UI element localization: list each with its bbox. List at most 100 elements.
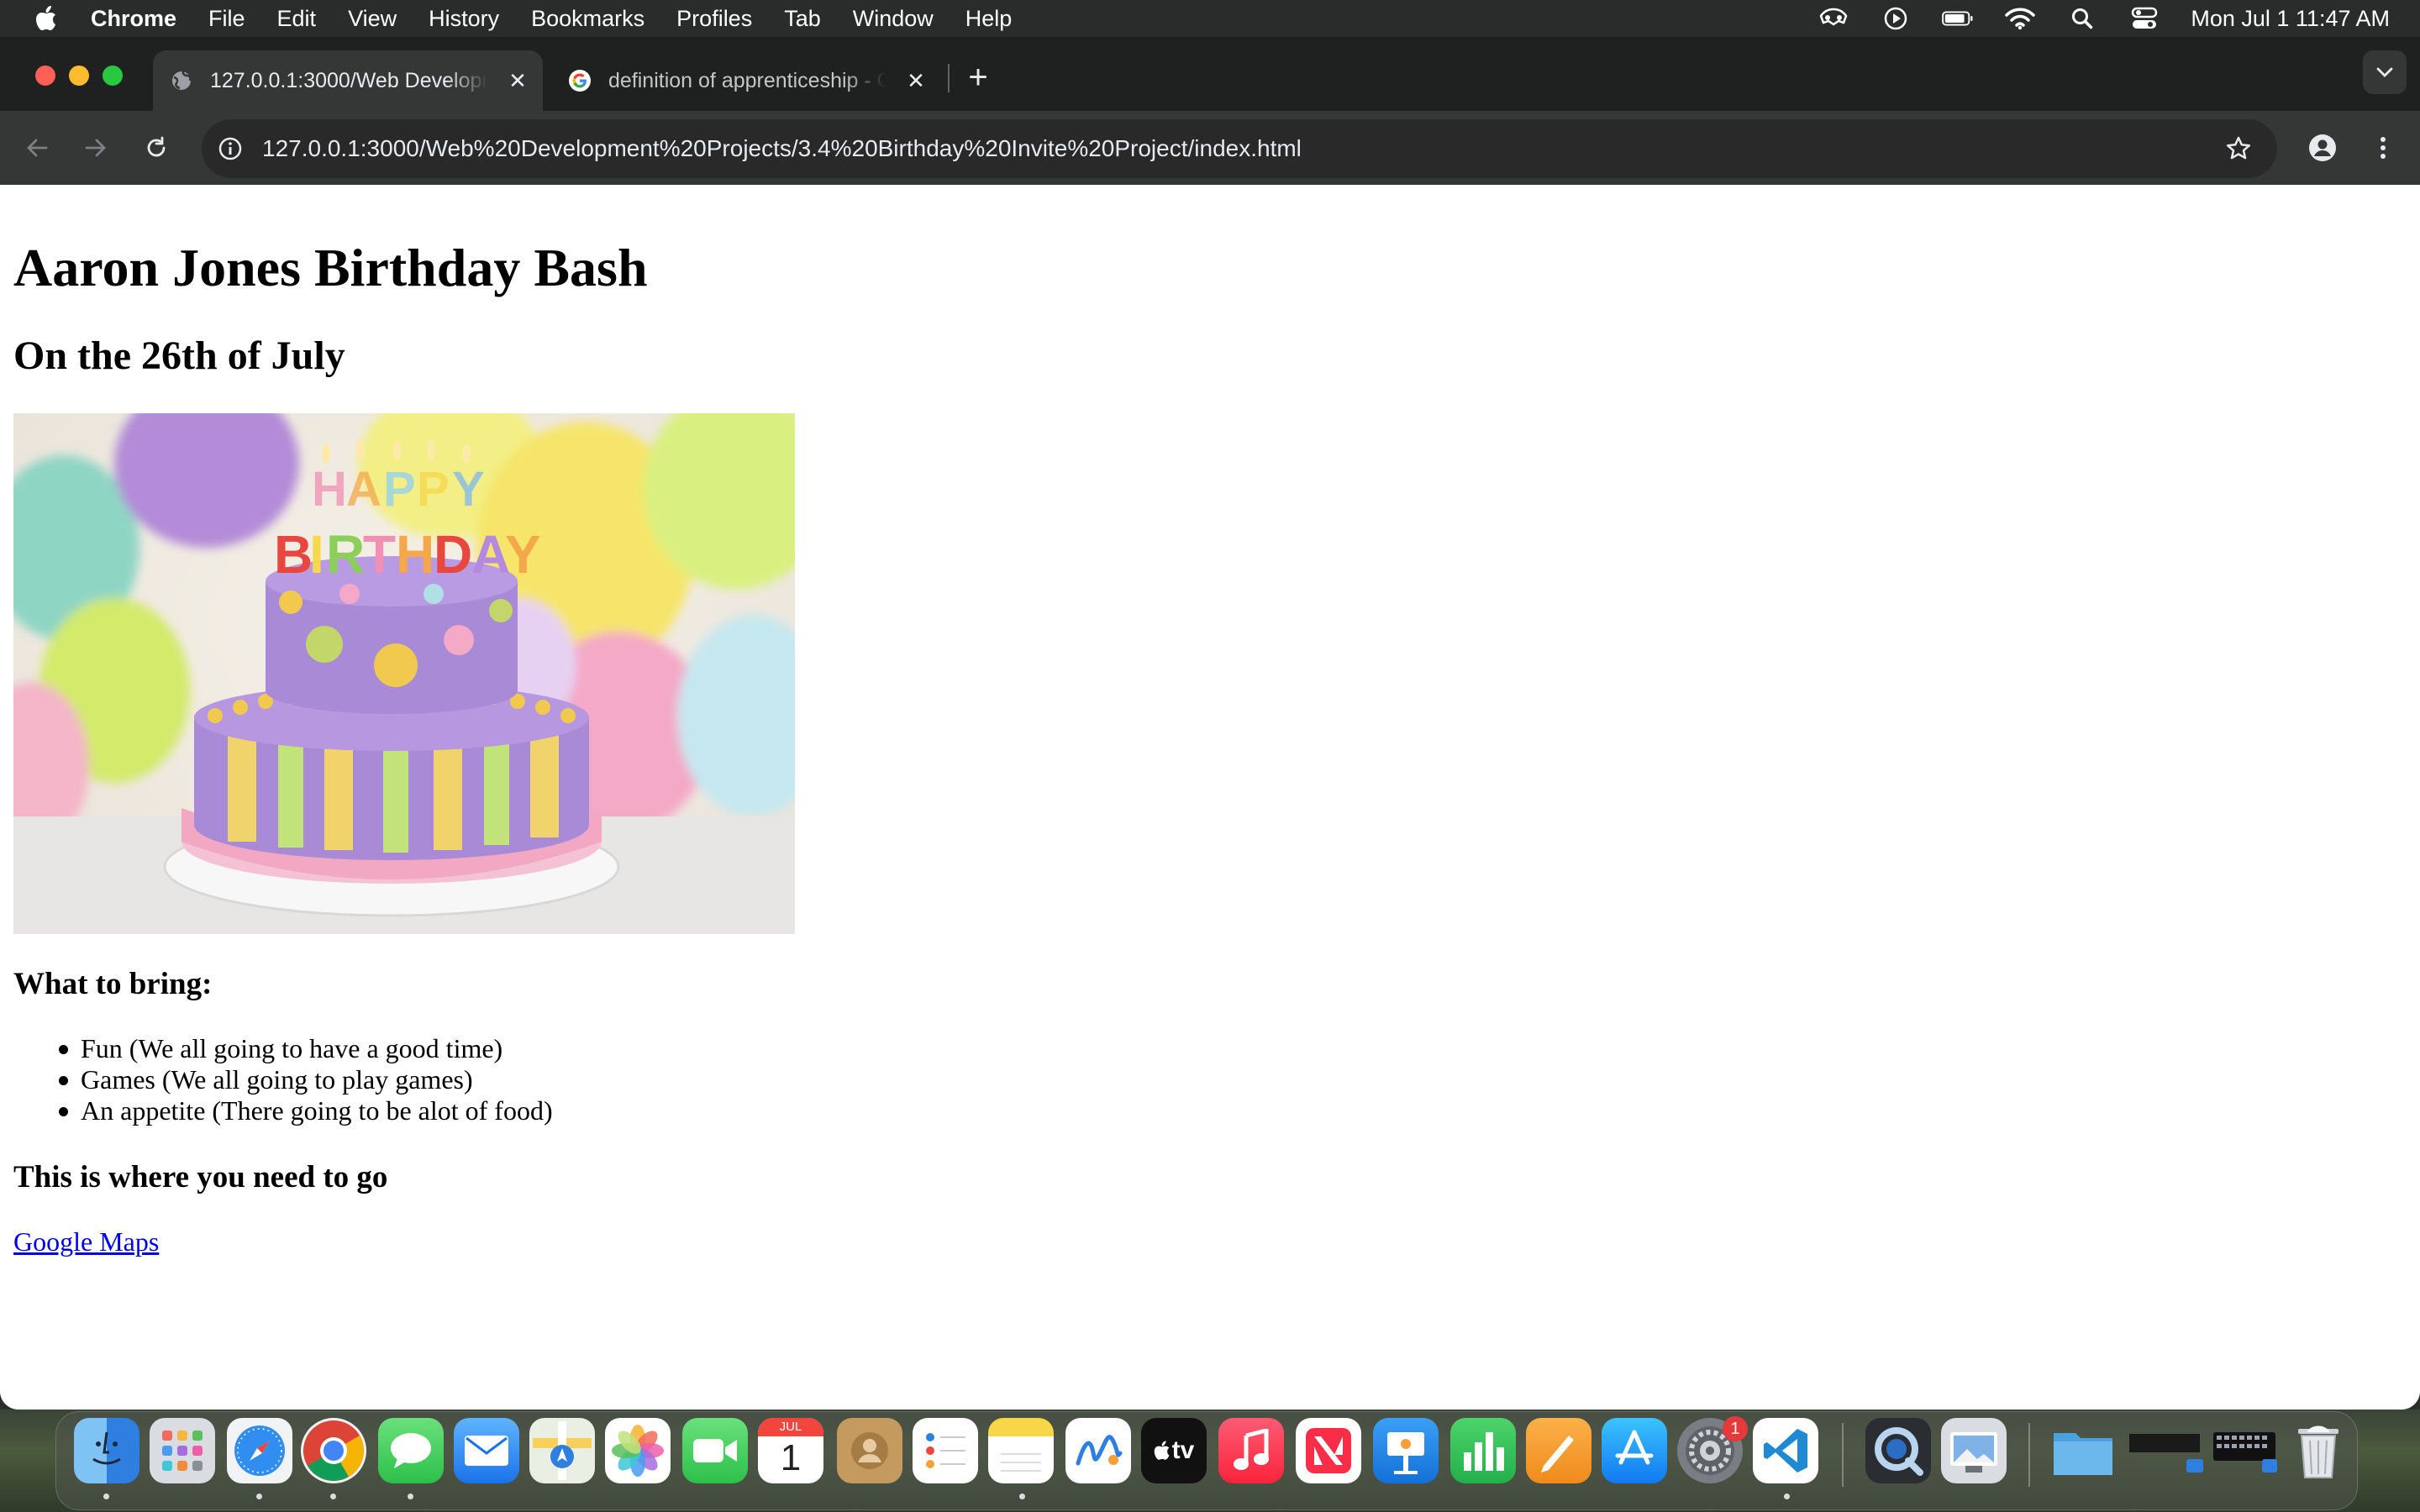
svg-text:T: T [363,524,396,585]
trash-icon[interactable] [2286,1418,2351,1483]
reminders-icon[interactable] [913,1418,978,1483]
globe-icon [170,69,193,92]
launchpad-icon[interactable] [150,1418,215,1483]
chrome-icon[interactable] [301,1418,366,1483]
menu-clock[interactable]: Mon Jul 1 11:47 AM [2191,6,2390,32]
event-date: On the 26th of July [13,333,345,378]
bring-heading: What to bring: [13,967,213,1001]
folder-icon[interactable] [2050,1418,2116,1483]
dock-divider [1842,1423,1844,1487]
calendar-icon[interactable]: JUL 1 [758,1418,823,1483]
battery-icon[interactable] [1942,6,1974,31]
svg-text:Y: Y [452,462,485,517]
status-area: Mon Jul 1 11:47 AM [1818,0,2390,37]
contacts-icon[interactable] [837,1418,902,1483]
wifi-icon[interactable] [2004,6,2036,31]
notes-icon[interactable] [988,1418,1054,1483]
location-heading: This is where you need to go [13,1160,388,1194]
menu-view[interactable]: View [348,6,397,32]
svg-text:I: I [309,524,324,585]
tab-active[interactable]: 127.0.0.1:3000/Web Development Projects … [153,50,543,111]
close-tab-icon[interactable]: ✕ [506,68,529,93]
screen-mirror-icon[interactable] [1818,6,1849,31]
tab-divider [948,64,950,92]
minimized-window-icon[interactable] [2126,1418,2210,1483]
menu-bar: Chrome File Edit View History Bookmarks … [0,0,2420,37]
photos-icon[interactable] [605,1418,671,1483]
apple-tv-label: tv [1171,1436,1195,1464]
web-page: Aaron Jones Birthday Bash On the 26th of… [0,185,2420,1410]
running-indicator [408,1494,413,1499]
keyboard-window-icon[interactable] [2210,1418,2281,1483]
running-indicator [1019,1494,1025,1499]
apple-tv-icon[interactable]: tv [1141,1418,1207,1483]
menu-file[interactable]: File [208,6,245,32]
menu-bookmarks[interactable]: Bookmarks [531,6,644,32]
profile-avatar-icon[interactable] [2304,129,2341,166]
tab-title: definition of apprenticeship - Google Se… [608,68,886,92]
close-window-button[interactable] [35,66,55,86]
app-store-icon[interactable] [1602,1418,1667,1483]
forward-arrow-icon[interactable] [77,129,114,166]
list-item: Games (We all going to play games) [13,1064,553,1095]
url-text[interactable]: 127.0.0.1:3000/Web%20Development%20Proje… [262,135,1302,162]
tab-strip: 127.0.0.1:3000/Web Development Projects … [0,37,2420,111]
more-menu-icon[interactable] [2365,129,2402,166]
maximize-window-button[interactable] [103,66,123,86]
birthday-cake-image: HAPPY BIRTHDAY [13,413,795,934]
page-title: Aaron Jones Birthday Bash [13,238,648,297]
svg-text:A: A [346,462,381,517]
maps-icon[interactable] [529,1418,595,1483]
menu-app-name[interactable]: Chrome [91,6,176,32]
mail-icon[interactable] [454,1418,519,1483]
list-item: Fun (We all going to have a good time) [13,1033,553,1064]
site-info-icon[interactable] [215,134,245,164]
google-maps-link[interactable]: Google Maps [13,1226,159,1257]
address-bar[interactable]: 127.0.0.1:3000/Web%20Development%20Proje… [202,119,2277,178]
menu-tab[interactable]: Tab [784,6,821,32]
finder-icon[interactable] [74,1418,139,1483]
pages-icon[interactable] [1526,1418,1591,1483]
reload-icon[interactable] [138,129,175,166]
music-icon[interactable] [1218,1418,1284,1483]
notification-badge: 1 [1723,1416,1748,1441]
bookmark-star-icon[interactable] [2223,134,2254,164]
safari-icon[interactable] [227,1418,292,1483]
menu-edit[interactable]: Edit [277,6,317,32]
calendar-day: 1 [780,1437,802,1478]
running-indicator [256,1494,262,1499]
news-icon[interactable] [1296,1418,1361,1483]
keynote-icon[interactable] [1373,1418,1439,1483]
svg-text:P: P [417,462,450,517]
calendar-month: JUL [758,1418,823,1436]
preview-icon[interactable] [1941,1418,2007,1483]
play-icon[interactable] [1880,6,1912,31]
google-icon [568,69,592,92]
menu-help[interactable]: Help [965,6,1013,32]
facetime-icon[interactable] [682,1418,748,1483]
back-arrow-icon[interactable] [18,129,55,166]
tab-search-chevron-icon[interactable] [2363,50,2407,94]
tab-inactive[interactable]: definition of apprenticeship - Google Se… [551,50,941,111]
close-tab-icon[interactable]: ✕ [904,68,928,93]
vscode-icon[interactable] [1753,1418,1818,1483]
menu-profiles[interactable]: Profiles [676,6,752,32]
freeform-icon[interactable] [1065,1418,1131,1483]
messages-icon[interactable] [378,1418,444,1483]
quicktime-icon[interactable] [1865,1418,1931,1483]
running-indicator [103,1494,109,1499]
svg-text:B: B [274,524,313,585]
list-item: An appetite (There going to be alot of f… [13,1095,553,1126]
spotlight-search-icon[interactable] [2066,6,2098,31]
new-tab-plus-icon[interactable]: + [963,59,993,96]
svg-text:D: D [434,524,472,585]
svg-text:H: H [312,462,347,517]
numbers-icon[interactable] [1450,1418,1516,1483]
svg-text:P: P [383,462,416,517]
minimize-window-button[interactable] [69,66,89,86]
apple-icon[interactable] [34,6,59,31]
menu-window[interactable]: Window [853,6,934,32]
menu-history[interactable]: History [429,6,499,32]
svg-text:R: R [326,524,365,585]
control-center-icon[interactable] [2128,6,2160,31]
